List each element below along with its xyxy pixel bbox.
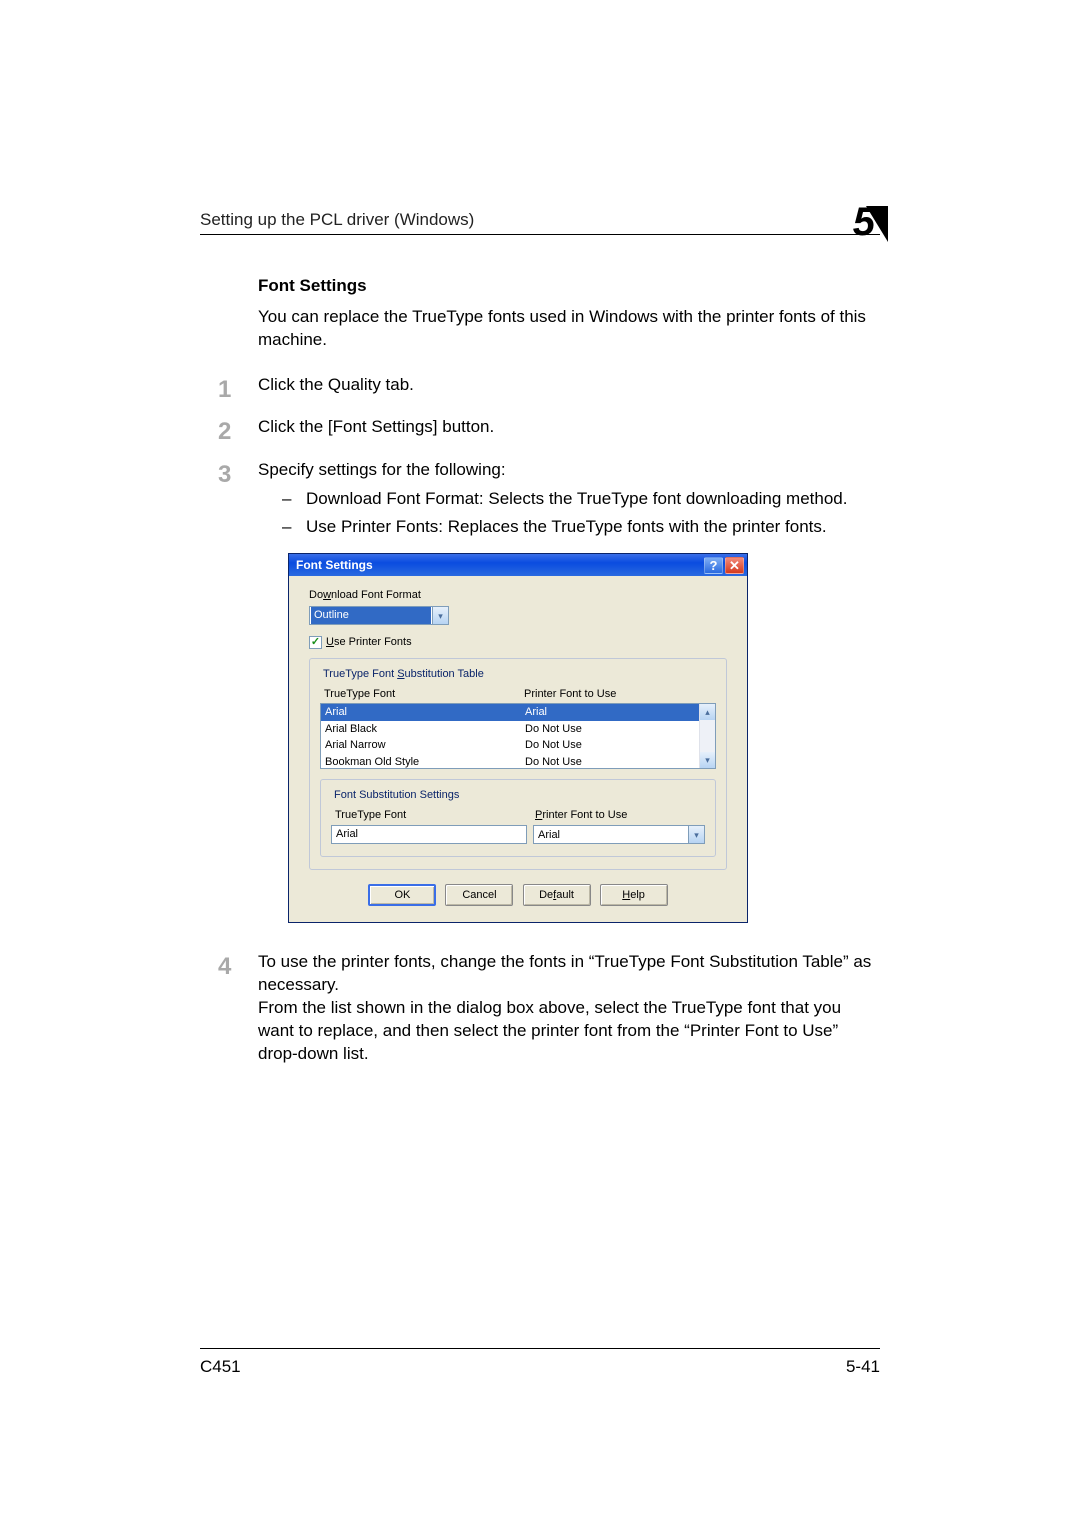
col-header-printerfont: Printer Font to Use — [520, 686, 716, 703]
substitution-table-legend: TrueType Font Substitution Table — [320, 667, 487, 682]
download-font-format-combo[interactable]: Outline ▾ — [309, 606, 449, 625]
chevron-down-icon[interactable]: ▾ — [688, 826, 704, 843]
step-3-text: Specify settings for the following: — [258, 459, 880, 482]
font-substitution-settings-group: Font Substitution Settings TrueType Font… — [320, 779, 716, 858]
truetype-font-readonly: Arial — [331, 825, 527, 844]
close-icon[interactable]: ✕ — [725, 557, 744, 574]
step-4-text-b: From the list shown in the dialog box ab… — [258, 997, 880, 1066]
footer-left: C451 — [200, 1357, 241, 1377]
use-printer-fonts-checkbox[interactable]: ✓ Use Printer Fonts — [309, 635, 727, 650]
table-row[interactable]: Arial Arial — [321, 704, 715, 721]
g2-label-printerfont: Printer Font to Use — [531, 807, 705, 824]
bullet-dash-icon: – — [282, 488, 306, 511]
substitution-table-group: TrueType Font Substitution Table TrueTyp… — [309, 658, 727, 870]
table-row[interactable]: Arial Narrow Do Not Use — [321, 737, 715, 754]
chapter-badge: 5 — [853, 202, 888, 242]
footer-right: 5-41 — [846, 1357, 880, 1377]
step-number-4: 4 — [218, 951, 258, 1066]
g2-label-truetype: TrueType Font — [331, 807, 531, 824]
font-substitution-settings-legend: Font Substitution Settings — [331, 788, 462, 803]
dialog-title: Font Settings — [296, 557, 702, 573]
running-head: Setting up the PCL driver (Windows) — [200, 210, 474, 230]
step-1-text: Click the Quality tab. — [258, 374, 880, 406]
default-button[interactable]: Default — [523, 884, 591, 906]
substitution-listbox[interactable]: Arial Arial Arial Black Do Not Use Arial… — [320, 703, 716, 769]
cancel-button[interactable]: Cancel — [445, 884, 513, 906]
help-button[interactable]: Help — [600, 884, 668, 906]
step-number-2: 2 — [218, 416, 258, 448]
checkmark-icon: ✓ — [309, 636, 322, 649]
scrollbar[interactable]: ▴ ▾ — [699, 704, 715, 768]
bullet-dash-icon: – — [282, 516, 306, 539]
table-row[interactable]: Bookman Old Style Do Not Use — [321, 754, 715, 768]
step-2-text: Click the [Font Settings] button. — [258, 416, 880, 448]
download-font-format-value: Outline — [311, 607, 431, 624]
dialog-titlebar[interactable]: Font Settings ? ✕ — [289, 554, 747, 576]
ok-button[interactable]: OK — [368, 884, 436, 906]
step-number-1: 1 — [218, 374, 258, 406]
chapter-number: 5 — [853, 202, 875, 242]
printer-font-combo[interactable]: Arial ▾ — [533, 825, 705, 844]
printer-font-value: Arial — [534, 828, 688, 843]
help-icon[interactable]: ? — [704, 557, 723, 574]
chevron-down-icon[interactable]: ▾ — [432, 607, 448, 624]
col-header-truetype: TrueType Font — [320, 686, 520, 703]
step-3-bullet-1: Download Font Format: Selects the TrueTy… — [306, 488, 847, 511]
table-row[interactable]: Arial Black Do Not Use — [321, 721, 715, 738]
step-3-bullet-2: Use Printer Fonts: Replaces the TrueType… — [306, 516, 827, 539]
font-settings-dialog: Font Settings ? ✕ Download Font Format O… — [288, 553, 748, 923]
download-font-format-label: Download Font Format — [309, 588, 727, 603]
scroll-up-icon[interactable]: ▴ — [700, 704, 715, 720]
section-heading: Font Settings — [258, 275, 880, 298]
use-printer-fonts-label: Use Printer Fonts — [326, 635, 412, 650]
scroll-down-icon[interactable]: ▾ — [700, 752, 715, 768]
section-intro: You can replace the TrueType fonts used … — [258, 306, 880, 352]
step-number-3: 3 — [218, 459, 258, 540]
step-4-text-a: To use the printer fonts, change the fon… — [258, 951, 880, 997]
